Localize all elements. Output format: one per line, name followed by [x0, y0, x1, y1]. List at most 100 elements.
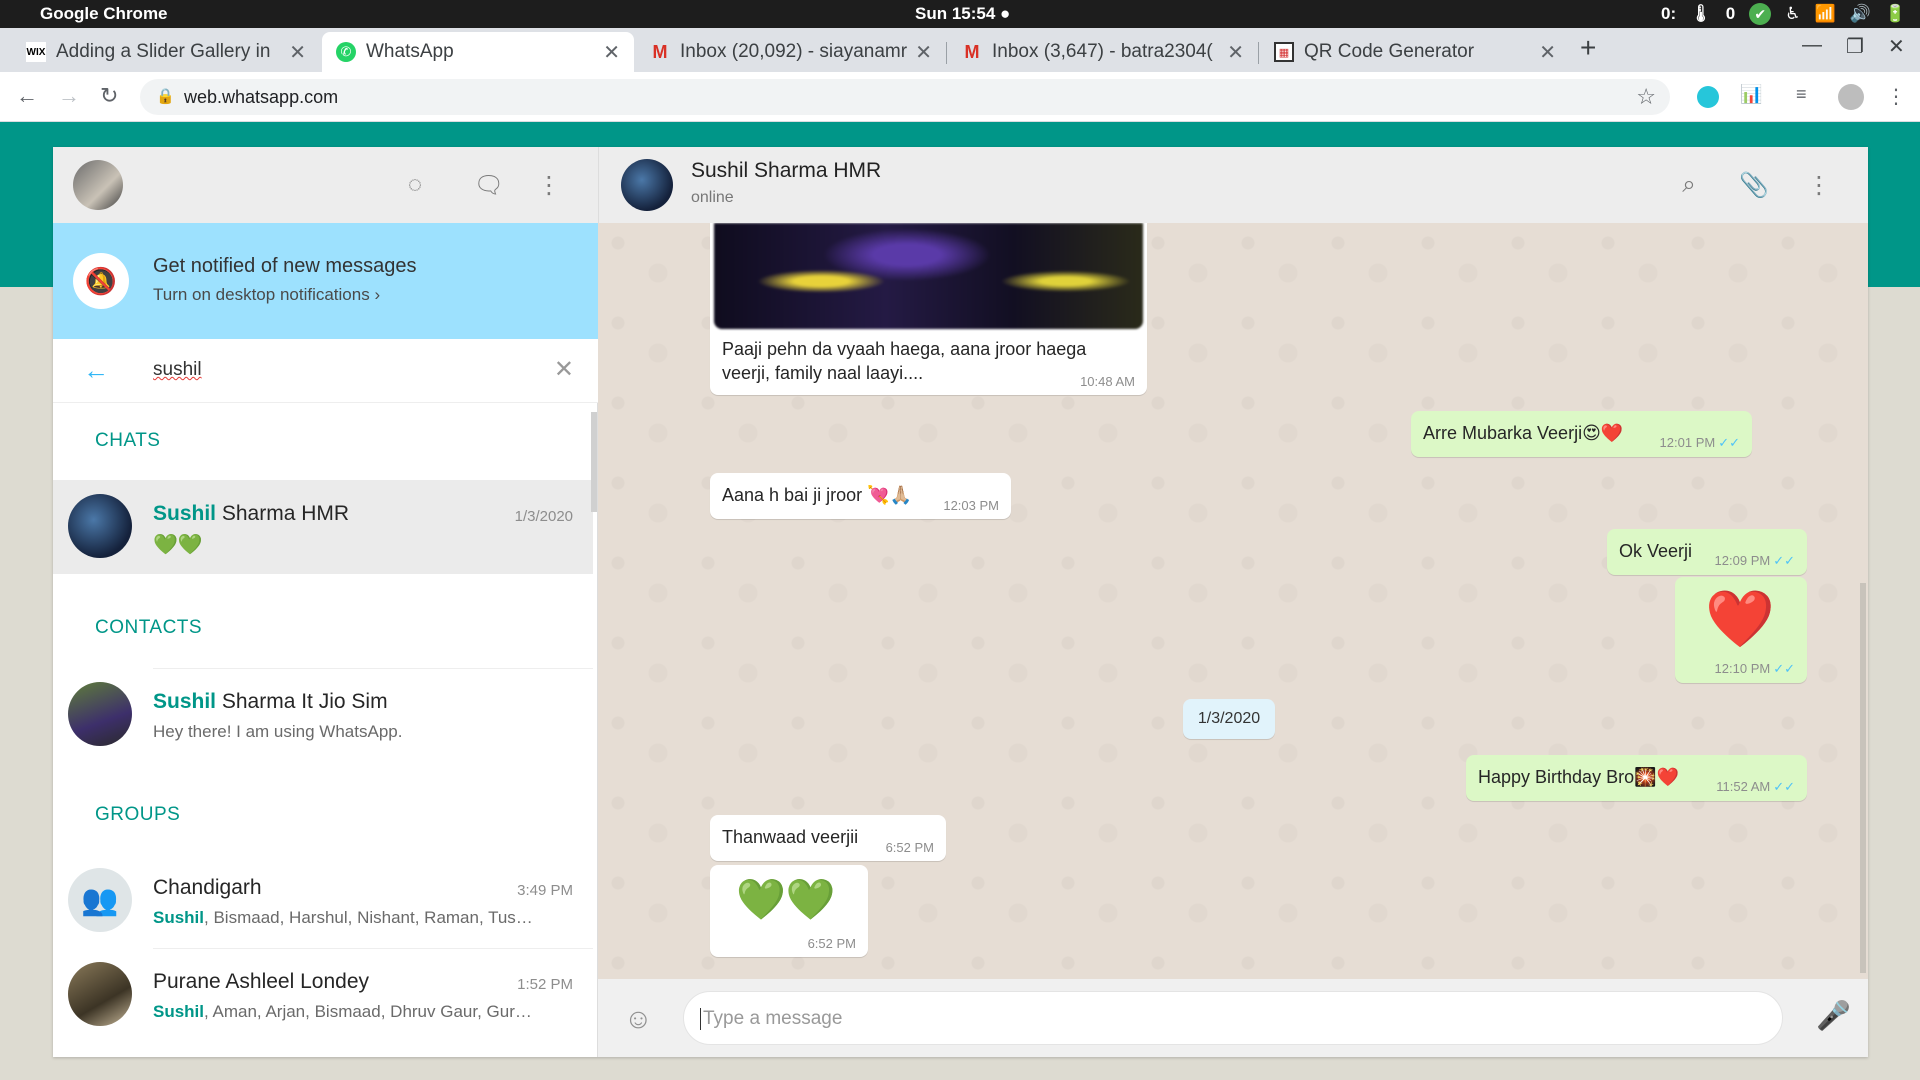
microphone-icon[interactable]: 🎤 — [1816, 999, 1851, 1032]
group-time: 3:49 PM — [517, 882, 573, 899]
contact-name: Sushil Sharma It Jio Sim — [153, 690, 388, 713]
url-text[interactable]: web.whatsapp.com — [184, 87, 338, 108]
message-emoji: ❤️ — [1705, 587, 1775, 650]
address-bar[interactable]: 🔒 web.whatsapp.com ☆ — [140, 79, 1670, 115]
message-out[interactable]: Happy Birthday Bro🎇❤️ 11:52 AM ✓✓ — [1466, 755, 1807, 801]
group-row[interactable]: Purane Ashleel Londey 1:52 PM Sushil, Am… — [53, 948, 593, 1042]
whatsapp-icon: ✆ — [336, 42, 356, 62]
menu-icon[interactable]: ⋮ — [1801, 167, 1837, 203]
lock-icon[interactable]: 🔒 — [156, 87, 175, 105]
search-results: CHATS Sushil Sharma HMR 1/3/2020 💚💚 CONT… — [53, 404, 598, 1057]
group-time: 1:52 PM — [517, 976, 573, 993]
sidebar-scrollbar[interactable] — [591, 412, 597, 512]
close-icon[interactable]: ✕ — [1539, 40, 1556, 65]
conversation-scrollbar[interactable] — [1860, 583, 1866, 973]
search-input[interactable]: sushil — [153, 359, 202, 381]
contact-status: online — [691, 189, 734, 206]
profile-avatar[interactable] — [1838, 84, 1864, 110]
notification-link[interactable]: Turn on desktop notifications › — [153, 285, 380, 305]
battery-icon[interactable]: 🔋 — [1885, 4, 1906, 24]
chat-row[interactable]: Sushil Sharma HMR 1/3/2020 💚💚 — [53, 480, 593, 574]
maximize-icon[interactable]: ❐ — [1846, 34, 1864, 59]
close-icon[interactable]: ✕ — [289, 40, 306, 65]
message-input[interactable]: Type a message — [683, 991, 1783, 1045]
read-ticks-icon: ✓✓ — [1773, 553, 1795, 568]
analytics-extension-icon[interactable]: 📊 — [1740, 84, 1762, 105]
notification-banner[interactable]: 🔕 Get notified of new messages Turn on d… — [53, 223, 598, 339]
avatar — [68, 682, 132, 746]
status-icon[interactable]: ◌ — [397, 167, 433, 203]
new-tab-icon[interactable]: + — [1580, 32, 1596, 64]
gmail-icon: M — [652, 41, 668, 62]
message-text: Happy Birthday Bro🎇❤️ — [1478, 767, 1679, 787]
menu-icon[interactable]: ⋮ — [531, 167, 567, 203]
attach-icon[interactable]: 📎 — [1736, 167, 1772, 203]
contact-name[interactable]: Sushil Sharma HMR — [691, 159, 881, 183]
message-text: Thanwaad veerjii — [722, 827, 859, 847]
whatsapp-page: ◌ 🗨 ⋮ 🔕 Get notified of new messages Tur… — [0, 122, 1920, 1080]
message-list[interactable]: Paaji pehn da vyaah haega, aana jroor ha… — [598, 223, 1868, 979]
extension-icon[interactable] — [1697, 86, 1719, 108]
message-time: 6:52 PM — [885, 840, 934, 855]
date-chip: 1/3/2020 — [1183, 699, 1275, 739]
tab-title: Inbox (20,092) - siayanamr — [680, 41, 908, 62]
row-divider — [153, 948, 593, 949]
message-image[interactable] — [714, 223, 1143, 329]
system-clock[interactable]: Sun 15:54 ● — [915, 4, 1010, 24]
message-emoji: 💚💚 — [736, 878, 836, 922]
thermometer-icon[interactable]: 🌡 — [1690, 4, 1712, 24]
avatar — [68, 494, 132, 558]
message-in[interactable]: 💚💚 6:52 PM — [710, 865, 868, 957]
tab-separator — [1258, 42, 1259, 64]
window-close-icon[interactable]: ✕ — [1888, 34, 1905, 59]
clear-search-icon[interactable]: ✕ — [554, 355, 574, 384]
back-arrow-icon[interactable]: ← — [83, 355, 109, 386]
contact-avatar[interactable] — [621, 159, 673, 211]
minimize-icon[interactable]: — — [1802, 34, 1822, 57]
message-in[interactable]: Thanwaad veerjii 6:52 PM — [710, 815, 946, 861]
read-ticks-icon: ✓✓ — [1773, 661, 1795, 676]
message-in[interactable]: Paaji pehn da vyaah haega, aana jroor ha… — [710, 223, 1147, 395]
close-icon[interactable]: ✕ — [603, 40, 620, 65]
gmail-icon: M — [964, 41, 980, 62]
conversation-header[interactable]: Sushil Sharma HMR online ⌕ 📎 ⋮ — [598, 147, 1868, 223]
qr-icon: ▦ — [1274, 42, 1294, 62]
tab-gmail-1[interactable]: M Inbox (20,092) - siayanamr ✕ — [636, 32, 946, 72]
message-out[interactable]: ❤️ 12:10 PM ✓✓ — [1675, 577, 1807, 683]
group-row[interactable]: 👥 Chandigarh 3:49 PM Sushil, Bismaad, Ha… — [53, 854, 593, 948]
sidebar-header: ◌ 🗨 ⋮ — [53, 147, 598, 223]
tab-qr[interactable]: ▦ QR Code Generator ✕ — [1260, 32, 1570, 72]
my-avatar[interactable] — [73, 160, 123, 210]
message-time: 12:10 PM ✓✓ — [1714, 661, 1795, 676]
accessibility-icon[interactable]: ♿ — [1785, 4, 1800, 24]
close-icon[interactable]: ✕ — [915, 40, 932, 65]
bookmark-star-icon[interactable]: ☆ — [1636, 84, 1656, 110]
wifi-icon[interactable]: 📶 — [1814, 4, 1835, 24]
tab-wix[interactable]: WIX Adding a Slider Gallery in ✕ — [12, 32, 320, 72]
forward-icon[interactable]: → — [58, 83, 80, 109]
volume-icon[interactable]: 🔊 — [1850, 4, 1871, 24]
counter-label: 0: — [1661, 4, 1677, 23]
message-out[interactable]: Ok Veerji 12:09 PM ✓✓ — [1607, 529, 1807, 575]
chat-preview: 💚💚 — [153, 534, 203, 556]
read-ticks-icon: ✓✓ — [1718, 435, 1740, 450]
message-out[interactable]: Arre Mubarka Veerji😍❤️ 12:01 PM ✓✓ — [1411, 411, 1752, 457]
reload-icon[interactable]: ↻ — [100, 83, 118, 109]
close-icon[interactable]: ✕ — [1227, 40, 1244, 65]
tab-whatsapp[interactable]: ✆ WhatsApp ✕ — [322, 32, 634, 72]
chat-name: Sushil Sharma HMR — [153, 502, 350, 525]
new-chat-icon[interactable]: 🗨 — [471, 167, 507, 203]
tab-gmail-2[interactable]: M Inbox (3,647) - batra2304( ✕ — [948, 32, 1258, 72]
media-control-icon[interactable]: ≡ — [1796, 84, 1807, 105]
os-top-bar: Google Chrome Sun 15:54 ● 0: 🌡 0 ✔ ♿ 📶 🔊… — [0, 0, 1920, 28]
emoji-icon[interactable]: ☺ — [624, 1003, 653, 1035]
message-time: 12:03 PM — [943, 498, 999, 513]
chrome-menu-icon[interactable]: ⋮ — [1886, 84, 1906, 109]
contact-row[interactable]: Sushil Sharma It Jio Sim Hey there! I am… — [53, 668, 593, 762]
message-in[interactable]: Aana h bai ji jroor 💘🙏🏼 12:03 PM — [710, 473, 1011, 519]
sidebar: ◌ 🗨 ⋮ 🔕 Get notified of new messages Tur… — [53, 147, 598, 1057]
tab-title: Adding a Slider Gallery in — [56, 41, 271, 62]
back-icon[interactable]: ← — [16, 83, 38, 109]
search-icon[interactable]: ⌕ — [1671, 167, 1707, 203]
check-icon[interactable]: ✔ — [1749, 3, 1772, 25]
